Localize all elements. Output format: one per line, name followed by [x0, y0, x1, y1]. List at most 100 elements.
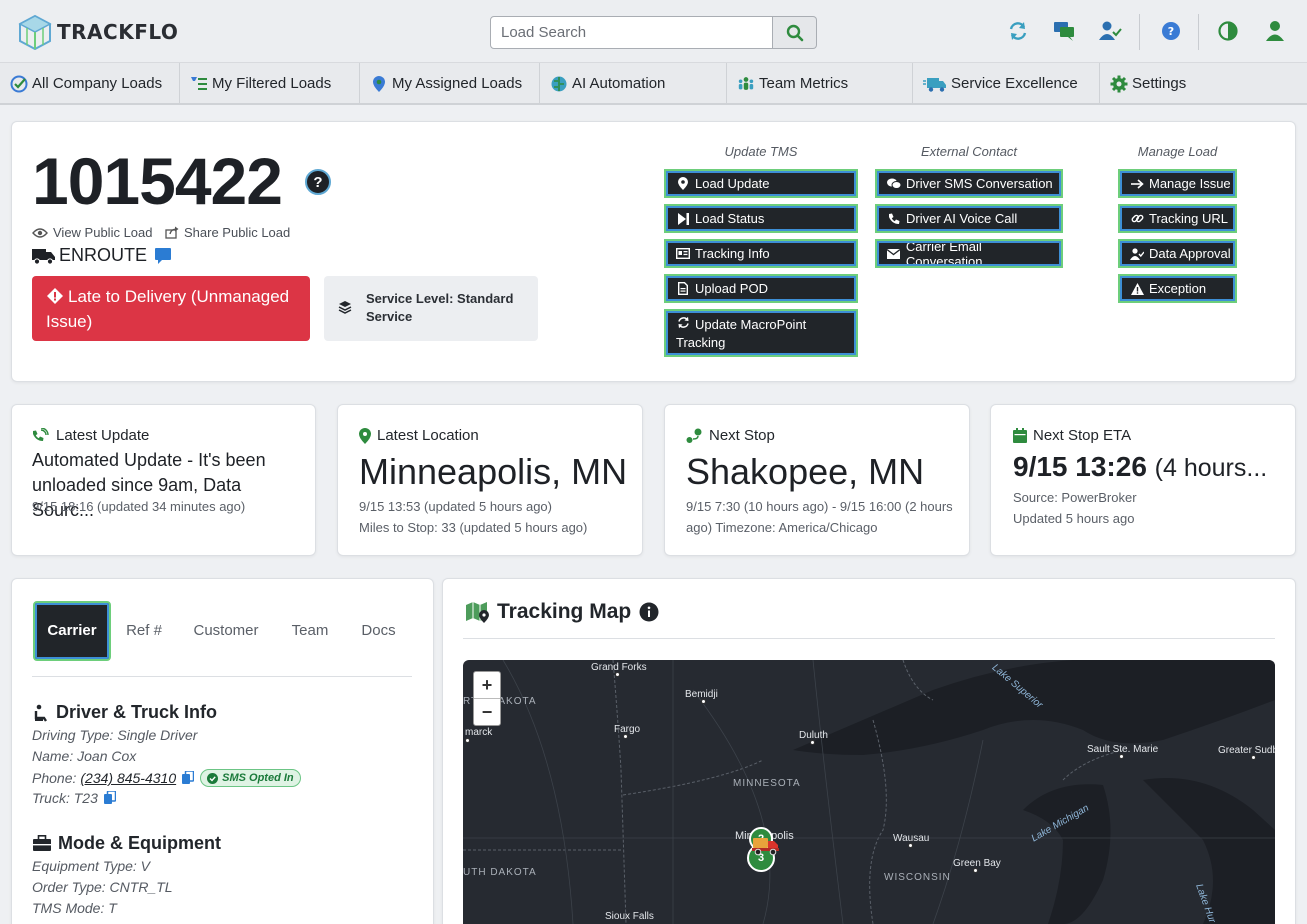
map-label-bismarck: marck [465, 727, 493, 738]
next-stop-eta-value: 9/15 13:26 (4 hours... [1013, 450, 1267, 485]
assign-button[interactable] [1096, 17, 1124, 45]
nav-my-filtered-loads[interactable]: My Filtered Loads [180, 63, 360, 104]
map-pin-icon [359, 427, 371, 444]
manage-issue-button[interactable]: Manage Issue [1118, 169, 1237, 198]
tab-customer[interactable]: Customer [181, 601, 271, 661]
chat-icon [1054, 22, 1074, 41]
button-label: Tracking URL [1149, 211, 1228, 226]
theme-toggle[interactable] [1214, 17, 1242, 45]
map-label-grand-forks: Grand Forks [591, 662, 647, 673]
toolbox-icon [32, 835, 52, 852]
status-label: ENROUTE [59, 245, 148, 265]
tab-docs[interactable]: Docs [350, 601, 407, 661]
button-label: Manage Issue [1149, 176, 1231, 191]
help-button[interactable]: ? [1157, 17, 1185, 45]
tab-team[interactable]: Team [280, 601, 340, 661]
nav-label: My Assigned Loads [392, 75, 523, 92]
update-tms-title: Update TMS [724, 144, 798, 159]
main-nav: All Company Loads My Filtered Loads My A… [0, 62, 1307, 105]
nav-team-metrics[interactable]: Team Metrics [727, 63, 913, 104]
tabs-divider [32, 676, 412, 677]
copy-icon[interactable] [103, 791, 116, 805]
driver-ai-voice-call-button[interactable]: Driver AI Voice Call [875, 204, 1063, 233]
latest-update-sub: 9/15 18:16 (updated 34 minutes ago) [32, 499, 246, 514]
share-public-load-link[interactable]: Share Public Load [165, 225, 290, 240]
data-approval-button[interactable]: Data Approval [1118, 239, 1237, 268]
help-icon: ? [1162, 22, 1180, 40]
header-divider [1139, 14, 1140, 50]
refresh-button[interactable] [1004, 17, 1032, 45]
tracking-map-title: Tracking Map [465, 600, 659, 624]
tracking-map[interactable]: Grand Forks Bemidji RTH DAKOTA marck Far… [463, 660, 1275, 924]
latest-location-sub1: 9/15 13:53 (updated 5 hours ago) [359, 499, 552, 514]
zoom-in-button[interactable]: + [474, 672, 500, 699]
info-icon[interactable] [639, 602, 659, 622]
nav-label: AI Automation [572, 75, 666, 92]
comment-icon[interactable] [154, 247, 172, 265]
tab-carrier[interactable]: Carrier [33, 601, 111, 661]
load-update-button[interactable]: Load Update [664, 169, 858, 198]
search-input[interactable] [490, 16, 773, 49]
update-macropoint-tracking-button[interactable]: Update MacroPoint Tracking [664, 309, 858, 357]
section-label: Tracking Map [497, 600, 632, 623]
latest-location-sub2: Miles to Stop: 33 (updated 5 hours ago) [359, 520, 588, 535]
next-stop-header: Next Stop [686, 427, 775, 444]
map-label-south-dakota: UTH DAKOTA [463, 867, 537, 878]
late-delivery-alert[interactable]: Late to Delivery (Unmanaged Issue) [32, 276, 310, 341]
filter-list-icon [190, 75, 208, 93]
eta-relative: (4 hours... [1154, 454, 1268, 482]
app-logo[interactable]: TRACKFLO [18, 14, 178, 50]
zoom-out-button[interactable]: − [474, 699, 500, 726]
search-button[interactable] [773, 16, 817, 49]
load-status-button[interactable]: Load Status [664, 204, 858, 233]
next-stop-label: Next Stop [709, 427, 775, 444]
check-circle-icon [10, 75, 28, 93]
nav-ai-automation[interactable]: AI Automation [540, 63, 727, 104]
nav-service-excellence[interactable]: Service Excellence [913, 63, 1100, 104]
copy-icon[interactable] [182, 771, 195, 785]
tracking-url-button[interactable]: Tracking URL [1118, 204, 1237, 233]
driver-phone-row: Phone: (234) 845-4310 SMS Opted In [32, 769, 301, 787]
driver-sms-conversation-button[interactable]: Driver SMS Conversation [875, 169, 1063, 198]
logo-icon [18, 14, 52, 50]
external-contact-title: External Contact [920, 144, 1018, 159]
id-card-icon [676, 248, 690, 259]
truck-location-icon[interactable] [752, 834, 780, 856]
sms-opted-in-badge: SMS Opted In [200, 769, 301, 787]
link-icon [1130, 212, 1144, 225]
map-city-dot [623, 734, 628, 739]
latest-location-label: Latest Location [377, 427, 479, 444]
tracking-info-button[interactable]: Tracking Info [664, 239, 858, 268]
map-pin-icon [370, 75, 388, 93]
map-pin-icon [676, 177, 690, 190]
view-public-load-link[interactable]: View Public Load [32, 225, 153, 240]
driver-phone-link[interactable]: (234) 845-4310 [80, 770, 176, 786]
load-help-button[interactable]: ? [305, 169, 331, 195]
nav-label: My Filtered Loads [212, 75, 332, 92]
truck-row: Truck: T23 [32, 790, 116, 806]
profile-button[interactable] [1261, 17, 1289, 45]
map-label-green-bay: Green Bay [953, 858, 1001, 869]
alert-label: Late to Delivery (Unmanaged Issue) [46, 287, 290, 331]
phone-volume-icon [32, 427, 50, 444]
equipment-type: Equipment Type: V [32, 858, 151, 874]
nav-label: Settings [1132, 75, 1187, 92]
layers-icon [338, 301, 352, 314]
exception-button[interactable]: Exception [1118, 274, 1237, 303]
nav-label: All Company Loads [32, 75, 163, 92]
top-header: TRACKFLO Load Search ? [0, 0, 1307, 62]
nav-all-company-loads[interactable]: All Company Loads [0, 63, 180, 104]
upload-pod-button[interactable]: Upload POD [664, 274, 858, 303]
messages-button[interactable] [1050, 17, 1078, 45]
nav-my-assigned-loads[interactable]: My Assigned Loads [360, 63, 540, 104]
map-label-minnesota: MINNESOTA [733, 778, 801, 789]
eye-icon [32, 227, 48, 238]
carrier-email-conversation-button[interactable]: Carrier Email Conversation [875, 239, 1063, 269]
contrast-icon [1218, 21, 1238, 41]
nav-settings[interactable]: Settings [1100, 63, 1260, 104]
tab-ref[interactable]: Ref # [122, 601, 166, 661]
map-city-dot [465, 738, 470, 743]
button-label: Tracking Info [695, 246, 770, 261]
truck-icon [32, 248, 55, 265]
step-forward-icon [676, 212, 690, 225]
